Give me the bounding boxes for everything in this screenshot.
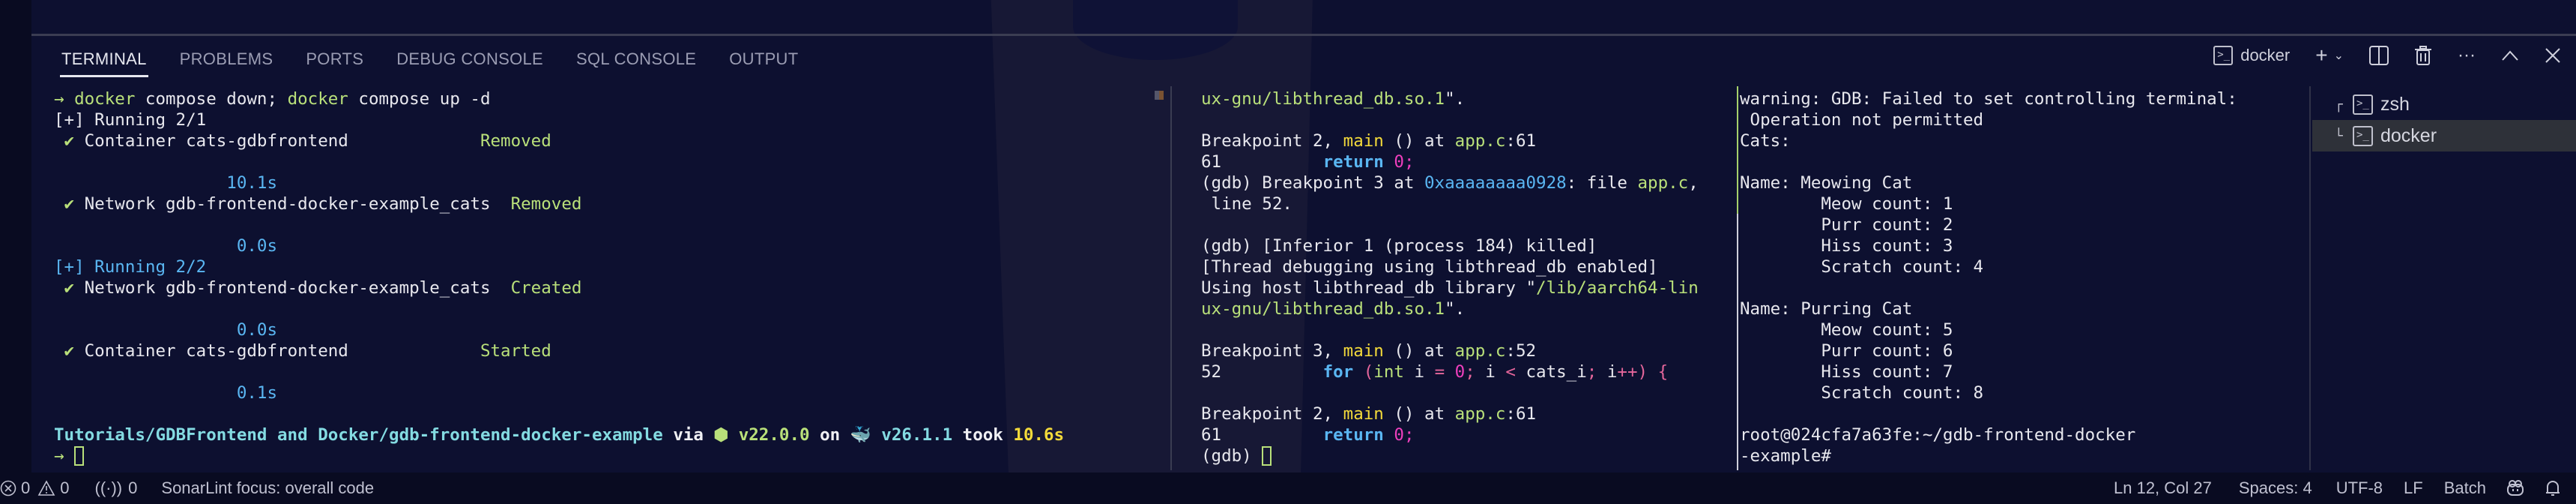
chevron-up-icon xyxy=(2502,50,2518,61)
copilot-icon xyxy=(2507,480,2524,496)
indentation-setting[interactable]: Spaces: 4 xyxy=(2239,478,2312,498)
terminal-list-item-zsh[interactable]: ┌ >_ zsh xyxy=(2312,88,2576,120)
split-terminal-icon xyxy=(2369,46,2389,65)
output-line: Meow count: 5 xyxy=(1740,320,1953,340)
output-line: Name: Purring Cat xyxy=(1740,299,1913,319)
eol-setting[interactable]: LF xyxy=(2404,478,2423,498)
tab-ports[interactable]: PORTS xyxy=(306,50,363,76)
terminal-cursor xyxy=(74,446,85,466)
output-line: Purr count: 2 xyxy=(1740,215,1953,235)
output-line: Purr count: 6 xyxy=(1740,341,1953,361)
error-icon xyxy=(0,480,16,496)
output-line: Name: Meowing Cat xyxy=(1740,173,1913,193)
terminal-pane-gdb[interactable]: ux-gnu/libthread_db.so.1". Breakpoint 2,… xyxy=(1201,88,1699,466)
encoding-setting[interactable]: UTF-8 xyxy=(2336,478,2383,498)
ports-status[interactable]: ((·)) 0 xyxy=(95,478,138,498)
pane-divider[interactable] xyxy=(1737,214,1738,470)
check-icon: ✔ xyxy=(64,278,75,298)
sonarlint-status[interactable]: SonarLint focus: overall code xyxy=(161,478,374,498)
error-count: 0 xyxy=(21,478,31,497)
prompt-arrow-icon: → xyxy=(54,446,64,466)
tab-sql-console[interactable]: SQL CONSOLE xyxy=(576,50,696,76)
terminal-icon: >_ xyxy=(2353,125,2373,146)
check-icon: ✔ xyxy=(64,341,75,361)
tree-connector: ┌ xyxy=(2335,96,2343,112)
plus-icon: + xyxy=(2315,44,2328,67)
terminal-list-divider[interactable] xyxy=(2309,86,2311,470)
warning-count: 0 xyxy=(60,478,70,497)
terminal-list-label: zsh xyxy=(2380,93,2410,115)
docker-whale-icon: 🐳 xyxy=(850,425,871,445)
warning-icon xyxy=(37,480,55,496)
split-terminal-button[interactable] xyxy=(2369,46,2389,65)
close-panel-button[interactable] xyxy=(2545,47,2561,64)
more-actions-button[interactable]: ··· xyxy=(2458,46,2476,64)
maximize-panel-button[interactable] xyxy=(2501,50,2519,62)
output-line: Scratch count: 8 xyxy=(1740,383,1984,403)
output-line: Hiss count: 3 xyxy=(1740,236,1953,256)
tab-terminal[interactable]: TERMINAL xyxy=(60,50,148,77)
panel-top-border[interactable] xyxy=(31,34,2576,36)
activity-bar-edge xyxy=(0,0,31,472)
shell-prompt-info: Tutorials/GDBFrontend and Docker/gdb-fro… xyxy=(54,425,1065,445)
copilot-button[interactable] xyxy=(2506,479,2525,497)
ports-count: 0 xyxy=(128,478,138,497)
status-bar: 0 0 ((·)) 0 SonarLint focus: overall cod… xyxy=(0,472,2576,504)
nodejs-icon: ⬢ xyxy=(713,425,729,445)
output-line: Hiss count: 7 xyxy=(1740,362,1953,382)
trash-icon xyxy=(2415,46,2432,65)
notifications-button[interactable] xyxy=(2545,479,2561,497)
panel-toolbar: >_ docker + ⌄ ··· xyxy=(2188,45,2561,66)
output-line: -example# xyxy=(1740,446,1831,466)
scrollbar-marker[interactable] xyxy=(1155,90,1164,100)
check-icon: ✔ xyxy=(64,194,75,214)
pane-divider[interactable] xyxy=(1170,86,1172,470)
terminal-cursor xyxy=(1262,446,1272,466)
prompt-arrow-icon: → xyxy=(54,89,64,109)
output-line: root@024cfa7a63fe:~/gdb-frontend-docker xyxy=(1740,425,2136,445)
chevron-down-icon[interactable]: ⌄ xyxy=(2334,48,2344,63)
pane-divider-active[interactable] xyxy=(1737,86,1738,214)
terminal-pane-zsh[interactable]: → docker compose down; docker compose up… xyxy=(54,88,1064,466)
ellipsis-icon: ··· xyxy=(2458,45,2476,65)
check-icon: ✔ xyxy=(64,131,75,151)
tab-debug-console[interactable]: DEBUG CONSOLE xyxy=(396,50,543,76)
active-terminal-selector[interactable]: >_ docker xyxy=(2213,46,2290,65)
bell-icon xyxy=(2546,481,2560,496)
active-terminal-label: docker xyxy=(2240,46,2291,64)
output-line: Meow count: 1 xyxy=(1740,194,1953,214)
tree-connector: └ xyxy=(2335,128,2343,144)
language-mode[interactable]: Batch xyxy=(2444,478,2486,498)
panel-tabs: TERMINAL PROBLEMS PORTS DEBUG CONSOLE SQ… xyxy=(60,50,832,77)
output-line: Scratch count: 4 xyxy=(1740,257,1984,277)
terminal-list-label: docker xyxy=(2380,124,2437,146)
kill-terminal-button[interactable] xyxy=(2414,46,2432,65)
terminal-pane-program-output[interactable]: warning: GDB: Failed to set controlling … xyxy=(1740,88,2237,466)
new-terminal-button[interactable]: + ⌄ xyxy=(2315,45,2344,66)
running-status-1: [+] Running 2/1 xyxy=(54,110,207,130)
output-line: Operation not permitted xyxy=(1740,110,1984,130)
cursor-position[interactable]: Ln 12, Col 27 xyxy=(2114,478,2212,498)
tab-problems[interactable]: PROBLEMS xyxy=(180,50,273,76)
terminal-list-item-docker[interactable]: └ >_ docker xyxy=(2312,120,2576,152)
tab-output[interactable]: OUTPUT xyxy=(729,50,798,76)
output-line: warning: GDB: Failed to set controlling … xyxy=(1740,89,2237,109)
output-line: Cats: xyxy=(1740,131,1791,151)
running-status-2: [+] Running 2/2 xyxy=(54,257,207,277)
terminal-list: ┌ >_ zsh └ >_ docker xyxy=(2312,88,2576,152)
prompt-line-1: → docker compose down; docker compose up… xyxy=(54,89,491,109)
terminal-icon: >_ xyxy=(2353,94,2373,115)
broadcast-icon: ((·)) xyxy=(94,478,123,497)
problems-status[interactable]: 0 0 xyxy=(0,478,70,498)
close-icon xyxy=(2545,48,2560,63)
terminal-icon: >_ xyxy=(2213,46,2234,65)
